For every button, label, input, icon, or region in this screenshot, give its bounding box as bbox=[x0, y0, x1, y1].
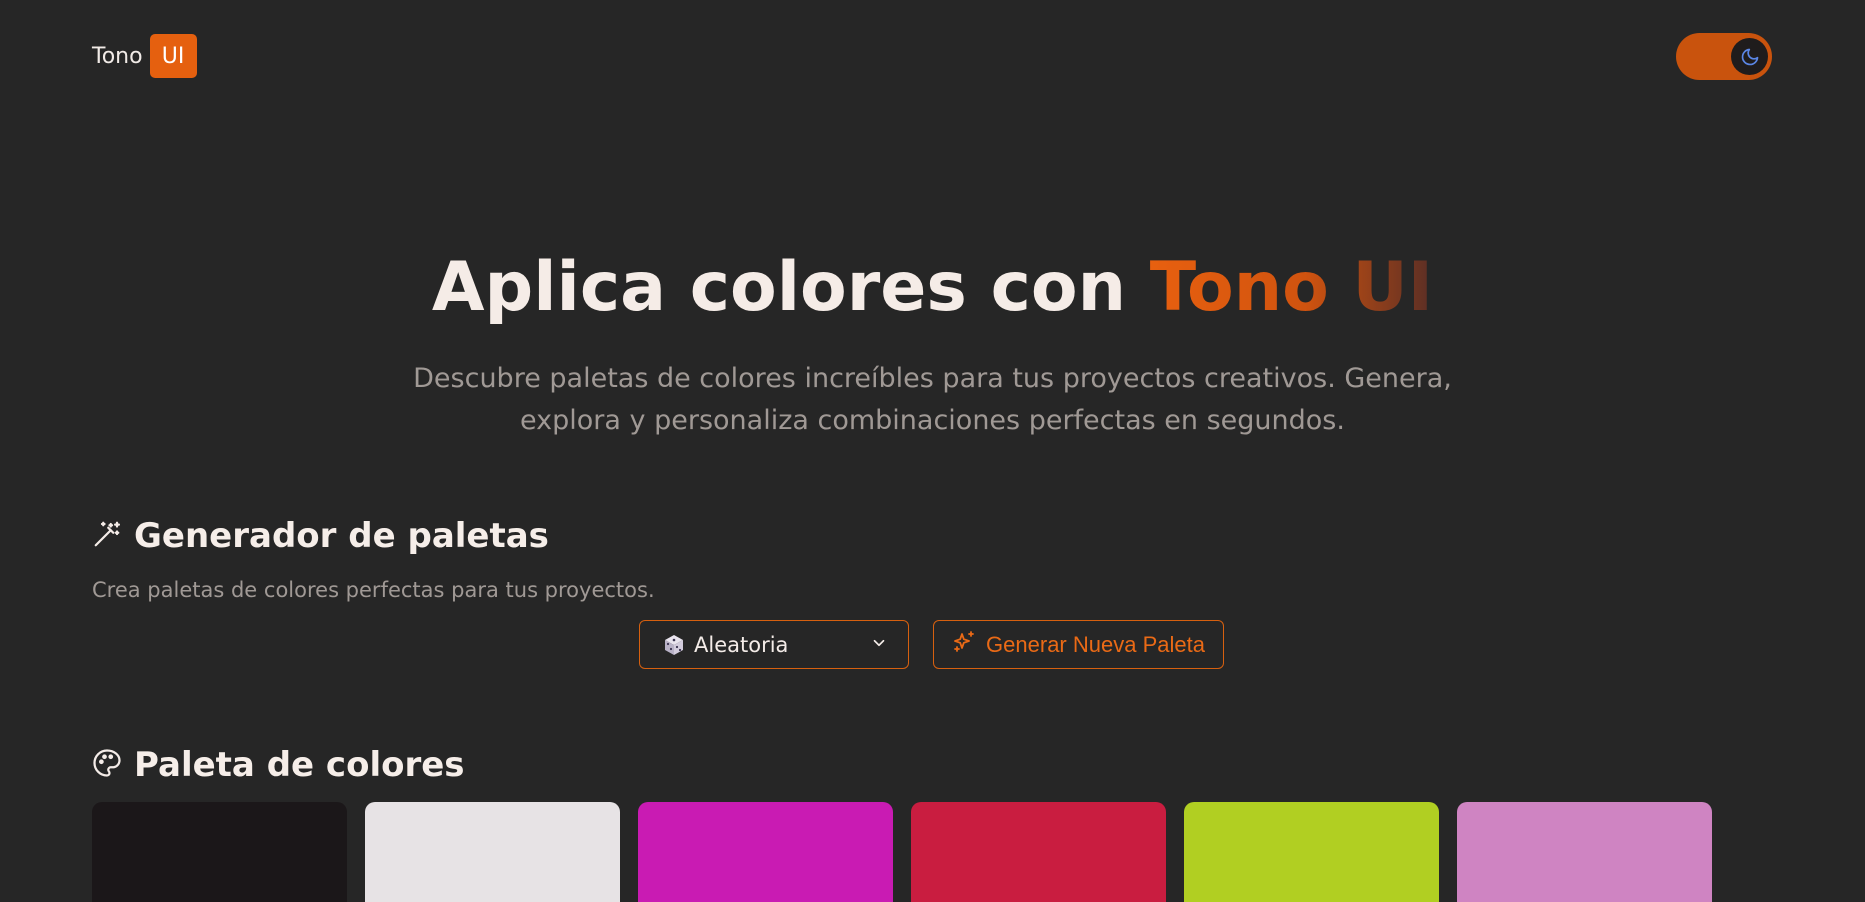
logo[interactable]: Tono UI bbox=[92, 34, 197, 78]
dice-icon bbox=[662, 633, 686, 657]
chevron-down-icon bbox=[870, 633, 888, 657]
palette-header: Paleta de colores bbox=[92, 745, 465, 785]
generate-palette-button[interactable]: Generar Nueva Paleta bbox=[933, 620, 1224, 669]
generator-header: Generador de paletas bbox=[92, 516, 549, 556]
palette-mode-value: Aleatoria bbox=[694, 632, 789, 657]
hero-title-accent: Tono UI bbox=[1149, 248, 1434, 327]
generate-palette-label: Generar Nueva Paleta bbox=[986, 631, 1205, 657]
logo-text: Tono bbox=[92, 43, 143, 69]
color-swatch[interactable] bbox=[365, 802, 620, 902]
logo-badge: UI bbox=[149, 34, 197, 78]
color-swatch[interactable] bbox=[911, 802, 1166, 902]
hero-subtitle: Descubre paletas de colores increíbles p… bbox=[413, 363, 1452, 436]
color-swatch[interactable] bbox=[1457, 802, 1712, 902]
moon-icon bbox=[1731, 38, 1768, 75]
sparkles-icon bbox=[952, 630, 976, 660]
theme-toggle[interactable] bbox=[1676, 33, 1772, 80]
hero-title: Aplica colores con Tono UI bbox=[0, 246, 1865, 330]
color-swatch[interactable] bbox=[638, 802, 893, 902]
palette-mode-select[interactable]: Aleatoria bbox=[639, 620, 909, 669]
palette-swatches bbox=[92, 802, 1712, 902]
generator-description: Crea paletas de colores perfectas para t… bbox=[92, 578, 655, 602]
hero-title-prefix: Aplica colores con bbox=[431, 248, 1126, 327]
palette-title: Paleta de colores bbox=[134, 745, 465, 785]
color-swatch[interactable] bbox=[1184, 802, 1439, 902]
color-swatch[interactable] bbox=[92, 802, 347, 902]
palette-icon bbox=[92, 748, 122, 782]
magic-wand-icon bbox=[92, 519, 122, 553]
generator-title: Generador de paletas bbox=[134, 516, 549, 556]
